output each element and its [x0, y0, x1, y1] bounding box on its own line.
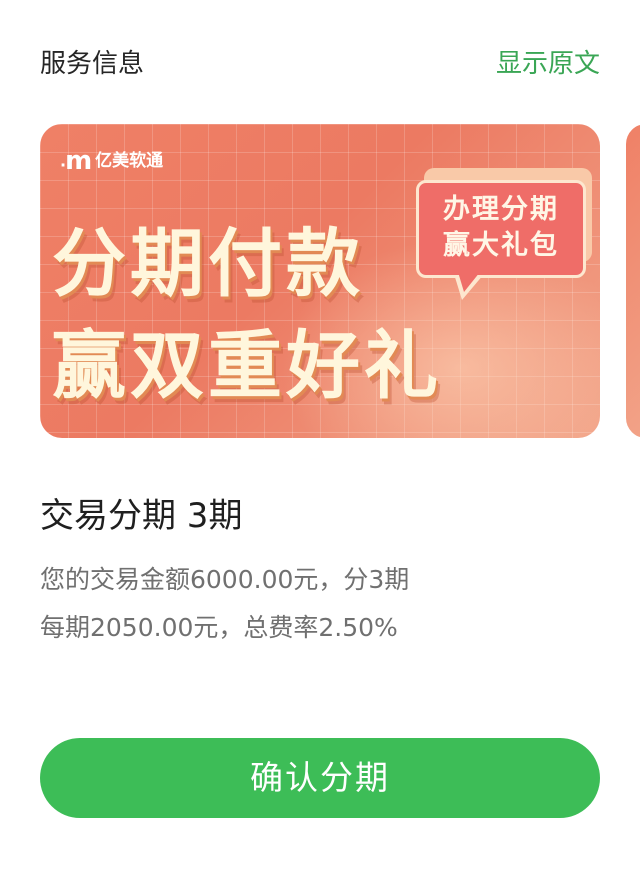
next-banner-card[interactable] — [626, 124, 640, 438]
installment-amount-text: 您的交易金额6000.00元，分3期 — [40, 565, 410, 594]
speech-bubble-tail — [458, 272, 480, 292]
banner-headline-line1: 分期付款 — [52, 221, 364, 307]
brand-logo: .m 亿美软通 — [60, 148, 163, 175]
banner-headline-line2: 赢双重好礼 — [52, 323, 442, 409]
confirm-installment-button[interactable]: 确认分期 — [40, 738, 600, 818]
installment-fee-text: 每期2050.00元，总费率2.50% — [40, 613, 398, 642]
show-original-link[interactable]: 显示原文 — [496, 44, 600, 84]
installment-title: 交易分期 3期 — [40, 496, 243, 536]
bubble-text-line1: 办理分期 — [443, 194, 559, 225]
header: 服务信息 显示原文 — [40, 44, 600, 84]
page-title: 服务信息 — [40, 49, 145, 79]
bubble-text-line2: 赢大礼包 — [443, 230, 559, 261]
brand-name: 亿美软通 — [95, 151, 164, 172]
brand-m-icon: .m — [60, 146, 92, 176]
speech-bubble: 办理分期 赢大礼包 — [416, 180, 586, 278]
promo-banner[interactable]: .m 亿美软通 分期付款 赢双重好礼 办理分期 赢大礼包 — [40, 124, 600, 438]
